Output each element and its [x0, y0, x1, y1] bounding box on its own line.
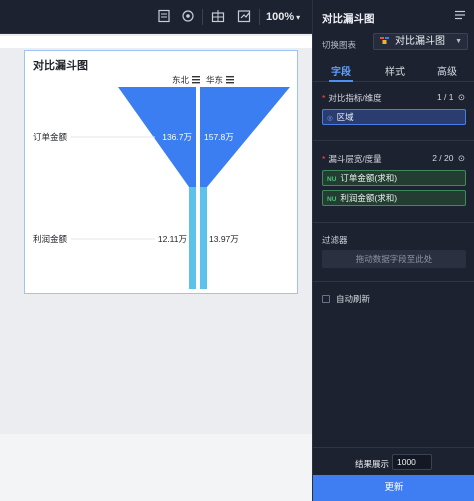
value-label: 136.7万 [162, 132, 192, 142]
menu-icon[interactable] [454, 9, 466, 24]
value-label: 12.11万 [158, 234, 187, 244]
category-label: 利润金额 [33, 234, 68, 244]
category-label: 订单金额 [33, 132, 68, 142]
list-icon [226, 79, 234, 81]
list-icon [226, 76, 234, 78]
funnel-field[interactable]: NU 利润金额(求和) [322, 190, 466, 206]
panel-tabs: 字段 样式 高级 [313, 58, 474, 82]
save-icon[interactable] [156, 9, 172, 25]
chevron-down-icon: ▼ [455, 38, 462, 45]
funnel-left-stem [189, 187, 196, 289]
preview-icon[interactable] [180, 9, 196, 25]
update-button[interactable]: 更新 [313, 475, 474, 501]
chevron-down-icon: ▾ [296, 13, 301, 22]
list-icon [192, 79, 200, 81]
funnel-chart: 东北 华东订单金额利润金额 136.7万 12.11万 157.8万 13.97万 [33, 75, 290, 289]
compare-field[interactable]: ◎ 区域 [322, 109, 466, 125]
tab-style[interactable]: 样式 [385, 63, 405, 78]
chart-card[interactable]: 对比漏斗图 东北 华东 订单金额 利润金额 136.7万 12.11万 157.8万 13.9… [24, 50, 298, 294]
config-panel: 对比漏斗图 切换图表 对比漏斗图 ▼ 字段 样式 高级 * 对比指标/维度 1 /… [312, 0, 474, 501]
canvas-bottom [0, 434, 312, 501]
zoom-value: 100% [266, 11, 295, 23]
switch-chart-label: 切换图表 [322, 40, 357, 50]
compare-section-label: * 对比指标/维度 [322, 93, 382, 103]
filter-label: 过滤器 [322, 235, 348, 245]
zoom-select[interactable]: 100% ▾ [266, 9, 300, 25]
funnel-right-stem [200, 187, 207, 289]
list-icon [226, 82, 234, 84]
list-icon [192, 76, 200, 78]
auto-refresh-checkbox[interactable]: 自动刷新 [322, 293, 370, 305]
funnel-section-label: * 漏斗层宽/度量 [322, 154, 382, 164]
top-toolbar: 100% ▾ [0, 0, 312, 34]
funnel-chart-icon [380, 37, 389, 44]
funnel-section-count: 2 / 20 ⊙ [432, 153, 465, 163]
series-header: 华东 [206, 75, 223, 85]
settings-icon[interactable]: ⊙ [458, 92, 465, 102]
value-label: 157.8万 [204, 132, 234, 142]
funnel-field[interactable]: NU 订单金额(求和) [322, 170, 466, 186]
tab-advanced[interactable]: 高级 [437, 63, 457, 78]
layout-icon[interactable] [210, 9, 226, 25]
checkbox-icon [322, 295, 330, 303]
measure-icon: NU [327, 196, 337, 203]
export-icon[interactable] [236, 9, 252, 25]
chart-type-select[interactable]: 对比漏斗图 ▼ [373, 33, 468, 50]
measure-icon: NU [327, 176, 337, 183]
active-tab-indicator [329, 80, 353, 82]
value-label: 13.97万 [209, 234, 239, 244]
chart-type-value: 对比漏斗图 [395, 36, 445, 47]
settings-icon[interactable]: ⊙ [458, 153, 465, 163]
compare-section-count: 1 / 1 ⊙ [436, 92, 465, 102]
series-header: 东北 [172, 75, 190, 85]
dimension-icon: ◎ [327, 115, 333, 122]
canvas-strip [0, 36, 312, 48]
canvas-area: 100% ▾ 对比漏斗图 东北 华东 订单金额 利润金额 136.7万 12.11万 157.… [0, 0, 312, 501]
result-row: 结果展示 1000 [313, 447, 474, 475]
filter-drop-zone[interactable]: 拖动数据字段至此处 [322, 250, 466, 268]
panel-title: 对比漏斗图 [322, 13, 375, 25]
list-icon [192, 82, 200, 84]
tab-fields[interactable]: 字段 [331, 63, 351, 78]
result-count-input[interactable]: 1000 [392, 454, 432, 470]
result-label: 结果展示 [355, 459, 390, 469]
